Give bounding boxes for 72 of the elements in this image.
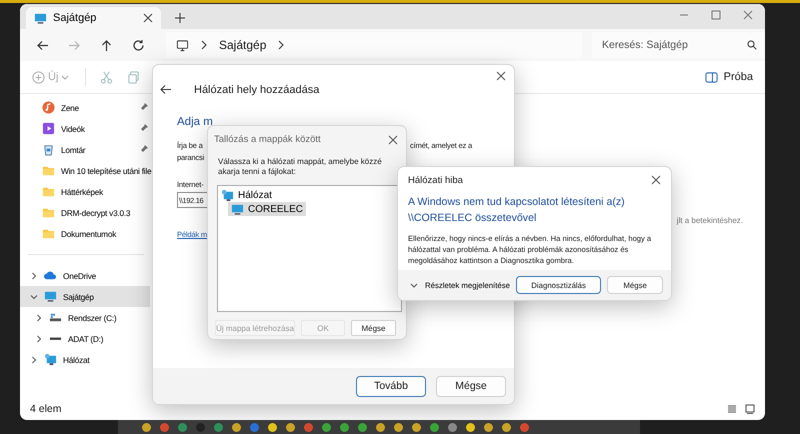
back-icon[interactable] <box>159 83 172 96</box>
monitor-icon <box>176 38 189 52</box>
chevron-icon <box>410 281 418 289</box>
music-icon <box>42 101 55 114</box>
chevron-icon <box>199 40 209 50</box>
sidebar-item[interactable]: Lomtár <box>20 139 150 160</box>
window-tab[interactable]: Sajátgép <box>26 7 161 29</box>
close-icon[interactable] <box>143 13 153 23</box>
sidebar-item[interactable]: ADAT (D:) <box>20 328 150 349</box>
chevron-icon <box>276 40 286 50</box>
drive-icon <box>49 311 62 324</box>
arrow-icon <box>36 38 48 52</box>
folder-icon <box>42 206 55 219</box>
pin-icon <box>140 145 148 153</box>
chevron-icon[interactable] <box>30 356 38 364</box>
preview-hint: jlt a betekintéshez. <box>676 216 743 225</box>
arrow-icon <box>100 38 112 52</box>
arrow-icon <box>68 38 80 52</box>
dialog-button[interactable]: Tovább <box>356 376 426 396</box>
monitor-icon <box>34 12 47 24</box>
sidebar-item[interactable]: Dokumentumok <box>20 223 150 244</box>
preview-button[interactable]: Próba <box>702 68 755 86</box>
chevron-icon[interactable] <box>35 314 43 322</box>
dialog-heading: Adja m <box>177 116 213 128</box>
close-icon[interactable] <box>496 71 506 81</box>
sidebar-item[interactable]: Zene <box>20 97 150 118</box>
plus-icon <box>32 70 45 84</box>
sidebar-item[interactable]: Háttérképek <box>20 181 150 202</box>
dialog-button[interactable]: Mégse <box>351 320 396 336</box>
sidebar-item[interactable]: Win 10 telepítése utáni file <box>20 160 150 181</box>
dialog-title: Hálózati hely hozzáadása <box>194 84 320 96</box>
dialog-title: Hálózati hiba <box>408 174 463 186</box>
close-icon[interactable] <box>388 134 398 144</box>
monitor-icon <box>231 202 244 216</box>
network-icon <box>44 353 57 366</box>
chevron-icon[interactable] <box>35 334 43 342</box>
dialog-button[interactable]: Mégse <box>436 376 506 396</box>
new-tab-icon[interactable] <box>173 11 187 25</box>
video-icon <box>42 122 55 135</box>
folder-icon <box>42 227 55 240</box>
folder-icon <box>42 164 55 177</box>
cloud-icon <box>44 269 57 282</box>
item-count: 4 elem <box>30 403 62 415</box>
panel-icon <box>704 70 718 84</box>
sidebar-item[interactable]: OneDrive <box>20 265 150 286</box>
chevron-icon[interactable] <box>30 272 38 280</box>
maximize-icon[interactable] <box>711 10 721 20</box>
details-view-icon[interactable] <box>727 404 737 414</box>
chevron-icon[interactable] <box>30 292 38 300</box>
sidebar-item[interactable]: Rendszer (C:) <box>20 307 150 328</box>
sidebar-item[interactable]: Sajátgép <box>20 286 150 307</box>
dialog-title: Tallózás a mappák között <box>214 134 321 145</box>
pin-icon <box>140 124 148 132</box>
breadcrumb-item: Sajátgép <box>219 38 266 52</box>
folder-icon <box>42 185 55 198</box>
recycle-bin-icon <box>42 143 55 156</box>
tree-item[interactable]: COREELEC <box>228 202 306 216</box>
address-bar[interactable]: Sajátgép <box>166 32 582 58</box>
error-heading: A Windows nem tud kapcsolatot létesíteni a(z) \\COREELEC összetevővel <box>407 195 626 226</box>
sidebar-item[interactable]: DRM-decrypt v3.0.3 <box>20 202 150 223</box>
tiles-view-icon[interactable] <box>745 404 755 414</box>
instruction-text: Válassza ki a hálózati mappát, amelybe közzé akarja tenni a fájlokat: <box>217 156 383 177</box>
tree-item[interactable]: Hálózat <box>218 188 275 202</box>
network-icon <box>221 188 234 202</box>
pin-icon <box>140 103 148 111</box>
monitor-icon <box>44 290 57 303</box>
sidebar-item[interactable]: Videók <box>20 118 150 139</box>
caret-icon <box>61 73 70 81</box>
search-field[interactable]: Keresés: Sajátgép <box>592 32 765 58</box>
close-icon[interactable] <box>651 175 661 185</box>
sidebar-item[interactable]: Hálózat <box>20 349 150 370</box>
refresh-icon <box>132 38 144 52</box>
